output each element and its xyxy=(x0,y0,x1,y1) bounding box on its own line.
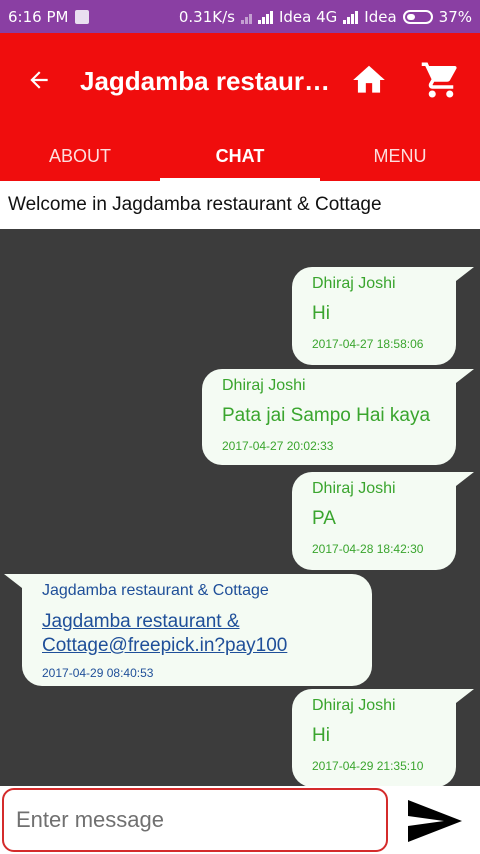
status-bar: 6:16 PM 0.31K/s Idea 4G Idea 37% xyxy=(0,0,480,33)
message-text: Hi xyxy=(312,725,330,746)
message-timestamp: 2017-04-28 18:42:30 xyxy=(312,542,424,556)
message-timestamp: 2017-04-29 08:40:53 xyxy=(42,666,154,680)
network-speed: 0.31K/s xyxy=(178,7,235,26)
app-screen: 6:16 PM 0.31K/s Idea 4G Idea 37% Jagdamb… xyxy=(0,0,480,854)
signal-icon xyxy=(257,10,273,24)
message-sender: Dhiraj Joshi xyxy=(222,377,306,394)
message-text: Pata jai Sampo Hai kaya xyxy=(222,405,431,426)
message-sender: Dhiraj Joshi xyxy=(312,480,396,497)
status-time: 6:16 PM xyxy=(8,7,69,26)
message-link-line: Cottage@freepick.in?pay100 xyxy=(42,635,288,656)
chat-message-outgoing: Dhiraj Joshi PA 2017-04-28 18:42:30 xyxy=(292,472,474,570)
send-icon[interactable] xyxy=(400,794,470,848)
message-timestamp: 2017-04-27 18:58:06 xyxy=(312,337,424,351)
chat-message-outgoing: Dhiraj Joshi Hi 2017-04-27 18:58:06 xyxy=(292,267,474,365)
tab-chat[interactable]: CHAT xyxy=(160,131,320,181)
message-input[interactable] xyxy=(2,788,388,852)
message-text: Hi xyxy=(312,303,330,324)
cart-icon[interactable] xyxy=(420,59,462,101)
chat-message-incoming: Jagdamba restaurant & Cottage Jagdamba r… xyxy=(4,574,372,686)
carrier-1: Idea 4G xyxy=(278,7,338,26)
chat-message-outgoing: Dhiraj Joshi Hi 2017-04-29 21:35:10 xyxy=(292,689,474,786)
battery-icon xyxy=(402,9,433,24)
app-bar: Jagdamba restaurant & Cottage xyxy=(0,33,480,131)
notification-icon xyxy=(75,9,90,24)
message-link[interactable]: Jagdamba restaurant & Cottage@freepick.i… xyxy=(42,610,352,658)
home-icon[interactable] xyxy=(350,61,388,99)
battery-percent: 37% xyxy=(438,7,472,26)
welcome-banner: Welcome in Jagdamba restaurant & Cottage xyxy=(0,181,480,229)
page-title: Jagdamba restaurant & Cottage xyxy=(80,66,330,96)
message-sender: Jagdamba restaurant & Cottage xyxy=(42,582,269,599)
chat-message-outgoing: Dhiraj Joshi Pata jai Sampo Hai kaya 201… xyxy=(202,369,474,465)
message-timestamp: 2017-04-29 21:35:10 xyxy=(312,759,424,773)
signal-icon xyxy=(343,10,359,24)
message-sender: Dhiraj Joshi xyxy=(312,275,396,292)
tab-menu[interactable]: MENU xyxy=(320,131,480,181)
message-text: PA xyxy=(312,508,336,529)
tab-about[interactable]: ABOUT xyxy=(0,131,160,181)
carrier-2: Idea xyxy=(364,7,397,26)
chat-list[interactable]: Dhiraj Joshi Hi 2017-04-27 18:58:06 Dhir… xyxy=(0,229,480,786)
tab-bar: ABOUT CHAT MENU xyxy=(0,131,480,181)
signal-icon xyxy=(240,10,252,24)
message-link-line: Jagdamba restaurant & xyxy=(42,611,240,632)
message-timestamp: 2017-04-27 20:02:33 xyxy=(222,439,334,453)
message-sender: Dhiraj Joshi xyxy=(312,697,396,714)
message-composer xyxy=(0,786,480,854)
arrow-back-icon[interactable] xyxy=(22,63,56,97)
